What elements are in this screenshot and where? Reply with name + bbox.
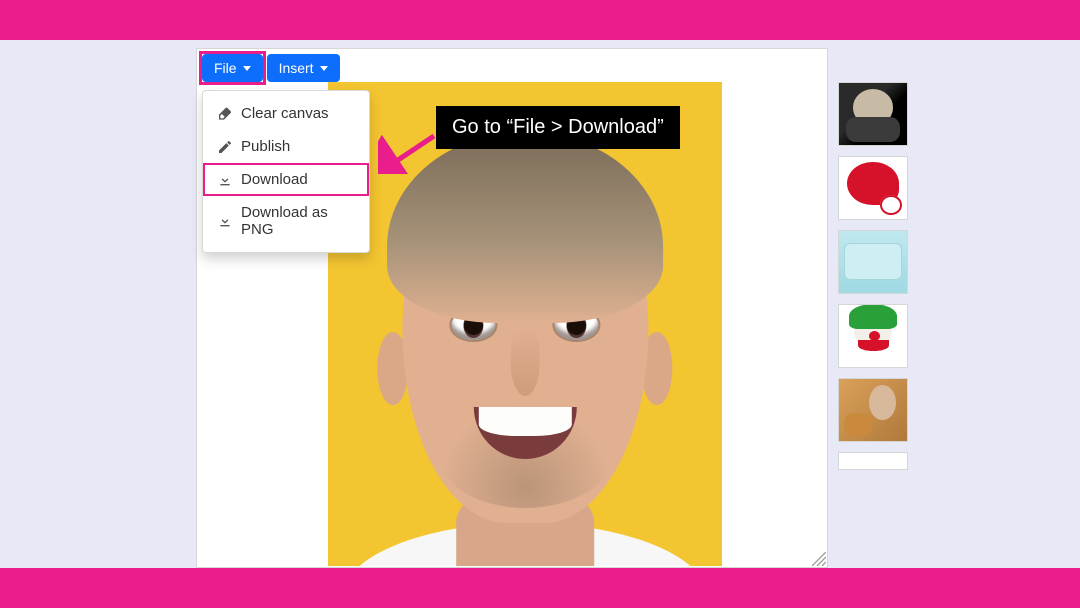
- menu-publish[interactable]: Publish: [203, 130, 369, 163]
- file-dropdown: Clear canvas Publish Download Download a…: [202, 90, 370, 253]
- callout-tooltip: Go to “File > Download”: [436, 106, 680, 149]
- menu-item-label: Download: [241, 171, 308, 188]
- thumb-santa-hat[interactable]: [838, 156, 908, 220]
- file-button[interactable]: File: [202, 54, 263, 82]
- menu-download-png[interactable]: Download as PNG: [203, 196, 369, 246]
- banner-top: [0, 0, 1080, 40]
- file-button-highlight: File: [202, 54, 263, 82]
- caret-down-icon: [243, 66, 251, 71]
- eraser-icon: [217, 106, 233, 122]
- download-icon: [217, 213, 233, 229]
- tooltip-text: Go to “File > Download”: [452, 116, 664, 138]
- thumb-tiger-king[interactable]: [838, 378, 908, 442]
- menu-item-label: Publish: [241, 138, 290, 155]
- menu-item-label: Download as PNG: [241, 204, 355, 238]
- menu-download[interactable]: Download: [203, 163, 369, 196]
- menubar: File Insert: [196, 48, 346, 88]
- insert-button[interactable]: Insert: [267, 54, 340, 82]
- file-button-label: File: [214, 60, 237, 76]
- thumb-joker-clown[interactable]: [838, 304, 908, 368]
- thumb-face-mask[interactable]: [838, 230, 908, 294]
- caret-down-icon: [320, 66, 328, 71]
- callout-arrow-icon: [378, 130, 438, 174]
- menu-item-label: Clear canvas: [241, 105, 329, 122]
- menu-clear-canvas[interactable]: Clear canvas: [203, 97, 369, 130]
- sticker-thumbnails: [838, 82, 910, 470]
- thumb-bernie-mittens[interactable]: [838, 82, 908, 146]
- portrait-face: [371, 150, 678, 566]
- thumb-more[interactable]: [838, 452, 908, 470]
- resize-handle[interactable]: [812, 552, 826, 566]
- banner-bottom: [0, 568, 1080, 608]
- edit-icon: [217, 139, 233, 155]
- insert-button-label: Insert: [279, 60, 314, 76]
- download-icon: [217, 172, 233, 188]
